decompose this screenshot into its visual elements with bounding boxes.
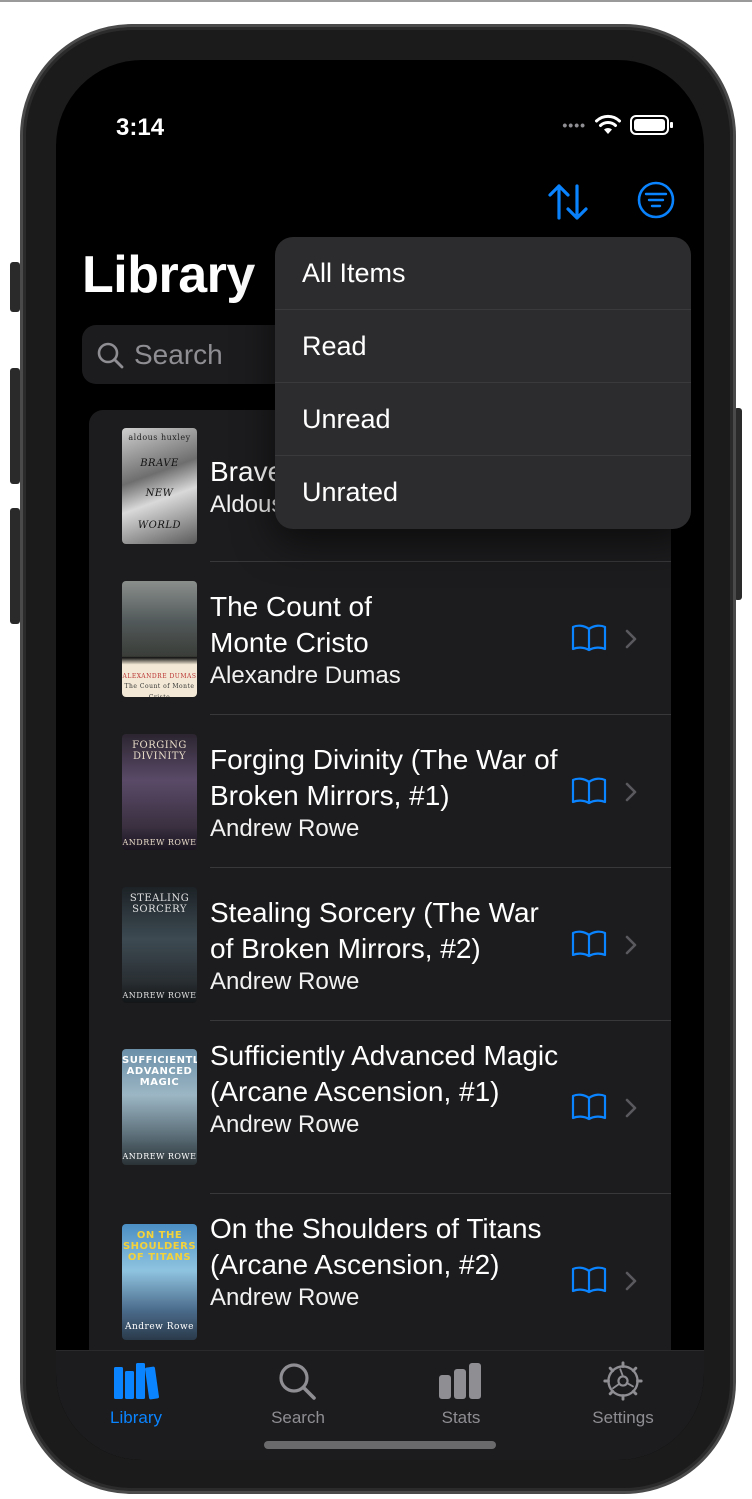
- menu-item-all-items[interactable]: All Items: [275, 237, 691, 310]
- volume-down-button: [10, 508, 20, 624]
- magnifier-icon: [279, 1363, 316, 1400]
- filter-menu: All Items Read Unread Unrated: [275, 237, 691, 529]
- book-author: Andrew Rowe: [210, 815, 360, 842]
- filter-circle-icon: [637, 181, 675, 219]
- wifi-icon: [595, 114, 621, 134]
- tab-label: Search: [271, 1408, 325, 1427]
- tab-label: Library: [110, 1408, 162, 1427]
- book-cover: ON THE SHOULDERS OF TITANS Andrew Rowe: [122, 1224, 197, 1340]
- chevron-right-icon: [625, 782, 637, 802]
- book-author: Andrew Rowe: [210, 1284, 360, 1311]
- book-row[interactable]: FORGING DIVINITY ANDREW ROWE Forging Div…: [89, 715, 671, 868]
- book-open-icon: [571, 930, 607, 958]
- book-title: Stealing Sorcery (The War of Broken Mirr…: [210, 897, 539, 964]
- status-icons: ••••: [562, 114, 674, 136]
- sort-arrows-icon: [548, 184, 588, 220]
- book-author: Alexandre Dumas: [210, 662, 401, 689]
- status-time: 3:14: [116, 114, 165, 141]
- book-open-icon: [571, 624, 607, 652]
- screen: 3:14 •••• Library Search aldous huxley B…: [56, 60, 704, 1460]
- filter-button[interactable]: [636, 180, 676, 220]
- book-open-icon: [571, 1266, 607, 1294]
- book-cover: SUFFICIENTLY ADVANCED MAGIC ANDREW ROWE: [122, 1049, 197, 1165]
- book-text: Sufficiently Advanced Magic (Arcane Asce…: [210, 1038, 565, 1140]
- chevron-right-icon: [625, 629, 637, 649]
- sort-button[interactable]: [546, 180, 590, 224]
- menu-item-unread[interactable]: Unread: [275, 383, 691, 456]
- book-text: Stealing Sorcery (The War of Broken Mirr…: [210, 895, 565, 997]
- book-cover: STEALING SORCERY ANDREW ROWE: [122, 887, 197, 1003]
- book-author: Andrew Rowe: [210, 968, 360, 995]
- library-books-icon: [114, 1363, 159, 1400]
- tab-label: Stats: [441, 1408, 481, 1427]
- book-open-icon: [571, 1093, 607, 1121]
- book-row[interactable]: ALEXANDRE DUMAS The Count of Monte Crist…: [89, 562, 671, 715]
- tab-settings[interactable]: Settings: [558, 1361, 688, 1428]
- chevron-right-icon: [625, 1271, 637, 1291]
- menu-item-unrated[interactable]: Unrated: [275, 456, 691, 529]
- book-row[interactable]: SUFFICIENTLY ADVANCED MAGIC ANDREW ROWE …: [89, 1021, 671, 1194]
- book-cover: FORGING DIVINITY ANDREW ROWE: [122, 734, 197, 850]
- chevron-right-icon: [625, 1098, 637, 1118]
- page-title: Library: [82, 246, 255, 304]
- book-cover: aldous huxley BRAVE NEW WORLD: [122, 428, 197, 544]
- book-title: On the Shoulders of Titans (Arcane Ascen…: [210, 1213, 542, 1280]
- book-cover: ALEXANDRE DUMAS The Count of Monte Crist…: [122, 581, 197, 697]
- book-author: Andrew Rowe: [210, 1111, 360, 1138]
- search-placeholder: Search: [134, 338, 223, 370]
- book-row[interactable]: ON THE SHOULDERS OF TITANS Andrew Rowe O…: [89, 1194, 671, 1367]
- bar-chart-icon: [439, 1363, 481, 1399]
- tab-stats[interactable]: Stats: [396, 1361, 526, 1428]
- gear-icon: [603, 1361, 643, 1401]
- silent-switch: [10, 262, 20, 312]
- book-title: Forging Divinity (The War of Broken Mirr…: [210, 744, 558, 811]
- book-list: aldous huxley BRAVE NEW WORLD Brave New …: [89, 410, 671, 1410]
- tab-library[interactable]: Library: [71, 1361, 201, 1428]
- book-open-icon: [571, 777, 607, 805]
- book-text: The Count of Monte Cristo Alexandre Duma…: [210, 589, 450, 691]
- tab-search[interactable]: Search: [233, 1361, 363, 1428]
- home-indicator[interactable]: [264, 1441, 496, 1449]
- battery-icon: [630, 115, 673, 135]
- chevron-right-icon: [625, 935, 637, 955]
- tab-label: Settings: [592, 1408, 654, 1427]
- book-text: On the Shoulders of Titans (Arcane Ascen…: [210, 1211, 565, 1313]
- volume-up-button: [10, 368, 20, 484]
- menu-item-read[interactable]: Read: [275, 310, 691, 383]
- book-text: Forging Divinity (The War of Broken Mirr…: [210, 742, 565, 844]
- signal-dots-icon: ••••: [562, 117, 586, 133]
- book-title: The Count of Monte Cristo: [210, 591, 372, 658]
- top-edge-line: [0, 0, 752, 2]
- book-title: Sufficiently Advanced Magic (Arcane Asce…: [210, 1040, 559, 1107]
- phone-frame: 3:14 •••• Library Search aldous huxley B…: [20, 24, 736, 1494]
- search-icon: [97, 342, 124, 368]
- book-row[interactable]: STEALING SORCERY ANDREW ROWE Stealing So…: [89, 868, 671, 1021]
